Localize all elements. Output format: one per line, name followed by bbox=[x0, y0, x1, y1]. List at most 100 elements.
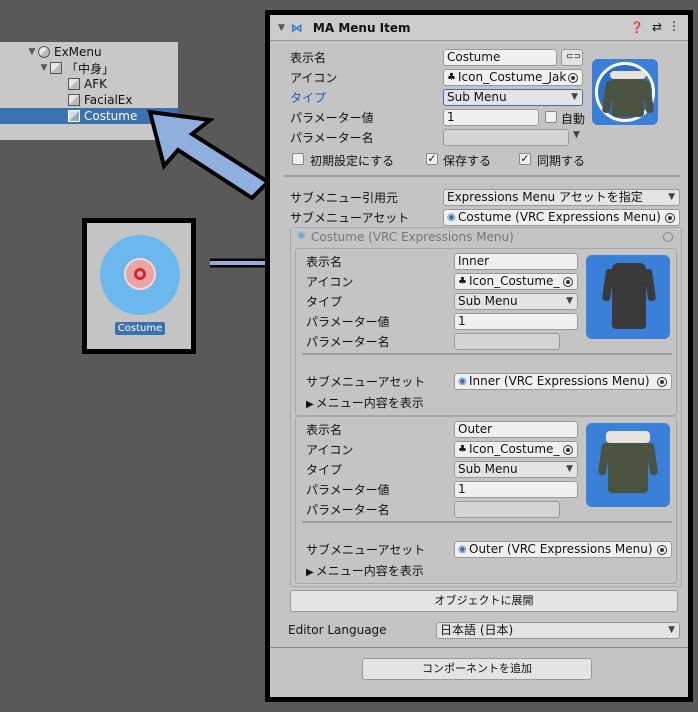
submenu-asset-field[interactable]: ◉ Outer (VRC Expressions Menu) bbox=[454, 541, 672, 558]
menu-icon-preview: Costume bbox=[82, 218, 196, 354]
component-header[interactable]: ▼ ⋈ MA Menu Item ❓ ⇄ ⋮ bbox=[270, 15, 688, 41]
param-name-field[interactable] bbox=[454, 333, 560, 350]
icon-field[interactable]: ♣ Icon_Costume_ bbox=[454, 441, 578, 458]
chevron-down-icon[interactable]: ▼ bbox=[573, 130, 580, 140]
param-value-label: パラメーター値 bbox=[306, 483, 390, 497]
param-value-label: パラメーター値 bbox=[306, 315, 390, 329]
submenu-asset-field[interactable]: ◉ Costume (VRC Expressions Menu) bbox=[443, 209, 680, 226]
settings-icon[interactable]: ⇄ bbox=[652, 20, 662, 34]
help-icon[interactable]: ❓ bbox=[630, 21, 644, 34]
callout-arrow-icon bbox=[147, 109, 272, 200]
more-icon[interactable]: ⋮ bbox=[668, 19, 680, 33]
param-name-label: パラメーター名 bbox=[306, 335, 390, 349]
chevron-down-icon: ▼ bbox=[566, 296, 573, 306]
type-dropdown[interactable]: Sub Menu ▼ bbox=[443, 89, 583, 106]
show-contents-toggle[interactable]: ▶ メニュー内容を表示 bbox=[306, 562, 424, 579]
ma-logo-icon: ⋈ bbox=[290, 20, 303, 35]
object-picker-icon[interactable] bbox=[657, 377, 667, 387]
submenu-asset-label: サブメニューアセット bbox=[290, 211, 410, 225]
hierarchy-label: FacialEx bbox=[84, 93, 133, 107]
display-name-label: 表示名 bbox=[306, 255, 343, 269]
synced-checkbox[interactable]: ✓ bbox=[519, 153, 531, 165]
collapse-arrow-icon[interactable]: ▼ bbox=[278, 23, 285, 33]
menu-asset-icon: ◉ bbox=[458, 544, 467, 555]
divider bbox=[302, 521, 672, 523]
menu-asset-icon: ◉ bbox=[447, 212, 456, 223]
submenu-entry-inner: 表示名 Inner アイコン ♣ Icon_Costume_ タイプ Sub M… bbox=[295, 248, 677, 416]
display-name-field[interactable]: Costume bbox=[443, 49, 557, 66]
param-value-field[interactable]: 1 bbox=[454, 313, 578, 330]
display-name-field[interactable]: Inner bbox=[454, 253, 578, 270]
object-picker-icon[interactable] bbox=[563, 445, 573, 455]
object-picker-icon[interactable] bbox=[657, 545, 667, 555]
gameobject-icon bbox=[50, 62, 62, 74]
divider bbox=[302, 353, 672, 355]
divider bbox=[270, 647, 688, 648]
hierarchy-item-contents[interactable]: ▼ 「中身」 bbox=[0, 60, 178, 76]
param-value-field[interactable]: 1 bbox=[454, 481, 578, 498]
hierarchy-item-afk[interactable]: AFK bbox=[0, 76, 178, 92]
prefab-icon bbox=[38, 46, 50, 58]
icon-preview bbox=[586, 255, 670, 339]
link-icon[interactable]: ⊂⊃ bbox=[561, 49, 583, 66]
texture-icon: ♣ bbox=[458, 276, 467, 287]
icon-label: アイコン bbox=[306, 275, 354, 289]
inspector-window: ▼ ⋈ MA Menu Item ❓ ⇄ ⋮ 表示名 Costume ⊂⊃ アイ… bbox=[265, 10, 693, 702]
submenu-source-dropdown[interactable]: Expressions Menu アセットを指定 ▼ bbox=[443, 189, 680, 206]
chevron-down-icon: ▼ bbox=[668, 192, 675, 202]
chevron-down-icon: ▼ bbox=[571, 92, 578, 102]
hierarchy-label: 「中身」 bbox=[66, 61, 115, 76]
icon-label: アイコン bbox=[290, 71, 338, 85]
menu-asset-icon: ◉ bbox=[297, 230, 306, 241]
auto-checkbox[interactable] bbox=[545, 111, 557, 123]
saved-label: 保存する bbox=[443, 154, 492, 168]
param-name-field[interactable] bbox=[443, 129, 569, 146]
submenu-asset-label: サブメニューアセット bbox=[306, 543, 426, 557]
icon-field[interactable]: ♣ Icon_Costume_Jak bbox=[443, 69, 583, 86]
object-picker-icon[interactable] bbox=[568, 73, 578, 83]
language-dropdown[interactable]: 日本語 (日本) ▼ bbox=[436, 622, 680, 639]
show-contents-toggle[interactable]: ▶ メニュー内容を表示 bbox=[306, 394, 424, 411]
gameobject-icon bbox=[68, 78, 80, 90]
hierarchy-label: AFK bbox=[84, 77, 107, 91]
display-name-label: 表示名 bbox=[290, 51, 327, 65]
type-dropdown[interactable]: Sub Menu ▼ bbox=[454, 461, 578, 478]
submenu-contents: ◉ Costume (VRC Expressions Menu) 表示名 Inn… bbox=[290, 227, 682, 587]
add-component-button[interactable]: コンポーネントを追加 bbox=[362, 658, 592, 680]
radial-menu-icon bbox=[100, 235, 180, 315]
expand-to-objects-button[interactable]: オブジェクトに展開 bbox=[290, 590, 678, 612]
hierarchy-label: Costume bbox=[84, 109, 138, 123]
auto-label: 自動 bbox=[561, 112, 586, 126]
param-name-label: パラメーター名 bbox=[290, 131, 374, 145]
object-picker-icon[interactable] bbox=[663, 232, 673, 242]
expand-arrow-icon[interactable]: ▼ bbox=[38, 63, 50, 73]
param-value-field[interactable]: 1 bbox=[443, 109, 539, 126]
object-picker-icon[interactable] bbox=[665, 213, 675, 223]
submenu-asset-label: サブメニューアセット bbox=[306, 375, 426, 389]
param-value-label: パラメーター値 bbox=[290, 111, 374, 125]
initial-checkbox[interactable] bbox=[292, 153, 304, 165]
display-name-field[interactable]: Outer bbox=[454, 421, 578, 438]
gameobject-icon bbox=[68, 94, 80, 106]
expand-arrow-icon[interactable]: ▼ bbox=[26, 47, 38, 57]
saved-checkbox[interactable]: ✓ bbox=[426, 153, 438, 165]
submenu-asset-field[interactable]: ◉ Inner (VRC Expressions Menu) bbox=[454, 373, 672, 390]
type-label: タイプ bbox=[306, 295, 343, 309]
texture-icon: ♣ bbox=[447, 72, 456, 83]
hierarchy-label: ExMenu bbox=[54, 45, 102, 59]
object-picker-icon[interactable] bbox=[563, 277, 573, 287]
submenu-header: Costume (VRC Expressions Menu) bbox=[311, 230, 514, 244]
chevron-down-icon: ▼ bbox=[566, 464, 573, 474]
param-name-label: パラメーター名 bbox=[306, 503, 390, 517]
type-dropdown[interactable]: Sub Menu ▼ bbox=[454, 293, 578, 310]
initial-label: 初期設定にする bbox=[310, 154, 395, 168]
synced-label: 同期する bbox=[537, 154, 586, 168]
menu-asset-icon: ◉ bbox=[458, 376, 467, 387]
chevron-down-icon: ▼ bbox=[668, 625, 675, 635]
icon-field[interactable]: ♣ Icon_Costume_ bbox=[454, 273, 578, 290]
type-label: タイプ bbox=[290, 91, 327, 105]
display-name-label: 表示名 bbox=[306, 423, 343, 437]
param-name-field[interactable] bbox=[454, 501, 560, 518]
hierarchy-item-exmenu[interactable]: ▼ ExMenu bbox=[0, 44, 178, 60]
submenu-source-label: サブメニュー引用元 bbox=[290, 191, 399, 205]
